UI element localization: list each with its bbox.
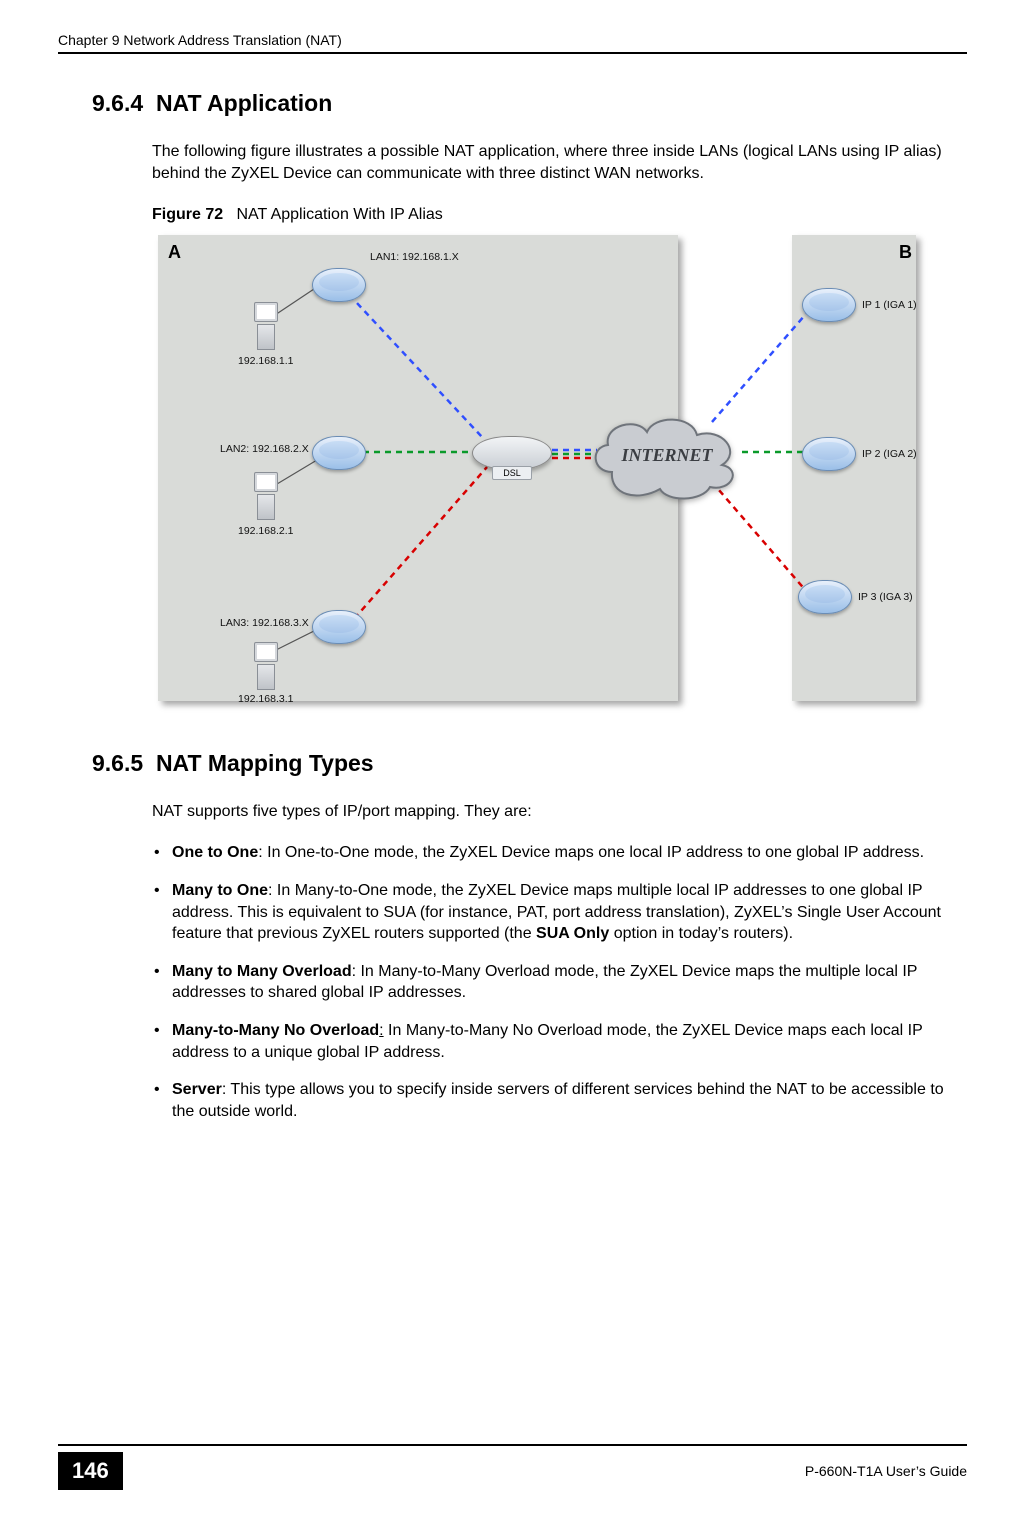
mapping-text-b: option in today’s routers). [609, 925, 793, 942]
running-header: Chapter 9 Network Address Translation (N… [58, 32, 967, 48]
mapping-text: : This type allows you to specify inside… [172, 1081, 944, 1120]
internet-cloud-label: INTERNET [620, 445, 713, 465]
pc-icon [252, 642, 280, 692]
mapping-name: One to One [172, 844, 258, 861]
section-heading-nat-application: 9.6.4 NAT Application [92, 90, 967, 117]
section-number: 9.6.5 [92, 750, 143, 776]
figure-label: Figure 72 [152, 206, 223, 223]
lan2-host-label: 192.168.2.1 [238, 524, 293, 538]
header-rule [58, 52, 967, 54]
page-number-badge: 146 [58, 1452, 123, 1490]
figure-title: NAT Application With IP Alias [236, 206, 442, 223]
figure-caption: Figure 72 NAT Application With IP Alias [152, 204, 963, 226]
mapping-bold-mid: SUA Only [536, 925, 609, 942]
mapping-item-server: Server: This type allows you to specify … [152, 1079, 963, 1122]
router-icon [312, 610, 366, 644]
nat-mapping-list: One to One: In One-to-One mode, the ZyXE… [152, 842, 963, 1122]
nat-mapping-intro: NAT supports five types of IP/port mappi… [152, 801, 963, 823]
mapping-item-many-to-many-no-overload: Many-to-Many No Overload: In Many-to-Man… [152, 1020, 963, 1063]
mapping-item-one-to-one: One to One: In One-to-One mode, the ZyXE… [152, 842, 963, 864]
lan1-subnet-label: LAN1: 192.168.1.X [370, 250, 459, 264]
wan-ip1-label: IP 1 (IGA 1) [862, 298, 917, 312]
section-title: NAT Mapping Types [156, 750, 374, 776]
wan-ip3-label: IP 3 (IGA 3) [858, 590, 913, 604]
wan-ip2-label: IP 2 (IGA 2) [862, 447, 917, 461]
internet-cloud-icon: INTERNET [582, 407, 752, 502]
router-icon [798, 580, 852, 614]
section-heading-nat-mapping-types: 9.6.5 NAT Mapping Types [92, 750, 967, 777]
router-icon [312, 268, 366, 302]
lan3-host-label: 192.168.3.1 [238, 692, 293, 706]
dsl-gateway-icon: DSL [472, 430, 552, 480]
section-number: 9.6.4 [92, 90, 143, 116]
nat-application-intro: The following figure illustrates a possi… [152, 141, 963, 184]
figure-corner-a-label: A [168, 240, 181, 264]
figure-nat-ip-alias: A B [152, 232, 924, 710]
router-icon [312, 436, 366, 470]
mapping-text: : In One-to-One mode, the ZyXEL Device m… [258, 844, 924, 861]
footer-rule [58, 1444, 967, 1446]
mapping-name: Many to One [172, 882, 268, 899]
mapping-item-many-to-one: Many to One: In Many-to-One mode, the Zy… [152, 880, 963, 945]
mapping-item-many-to-many-overload: Many to Many Overload: In Many-to-Many O… [152, 961, 963, 1004]
lan3-subnet-label: LAN3: 192.168.3.X [220, 616, 309, 630]
router-icon [802, 288, 856, 322]
lan1-host-label: 192.168.1.1 [238, 354, 293, 368]
lan2-subnet-label: LAN2: 192.168.2.X [220, 442, 309, 456]
pc-icon [252, 472, 280, 522]
router-icon [802, 437, 856, 471]
mapping-name: Many to Many Overload [172, 963, 352, 980]
page-footer: 146 P-660N-T1A User’s Guide [0, 1444, 1025, 1490]
figure-corner-b-label: B [899, 240, 912, 264]
guide-name: P-660N-T1A User’s Guide [805, 1463, 967, 1479]
dsl-tag-label: DSL [492, 466, 532, 480]
pc-icon [252, 302, 280, 352]
section-title: NAT Application [156, 90, 332, 116]
mapping-name: Many-to-Many No Overload [172, 1022, 379, 1039]
mapping-name: Server [172, 1081, 222, 1098]
